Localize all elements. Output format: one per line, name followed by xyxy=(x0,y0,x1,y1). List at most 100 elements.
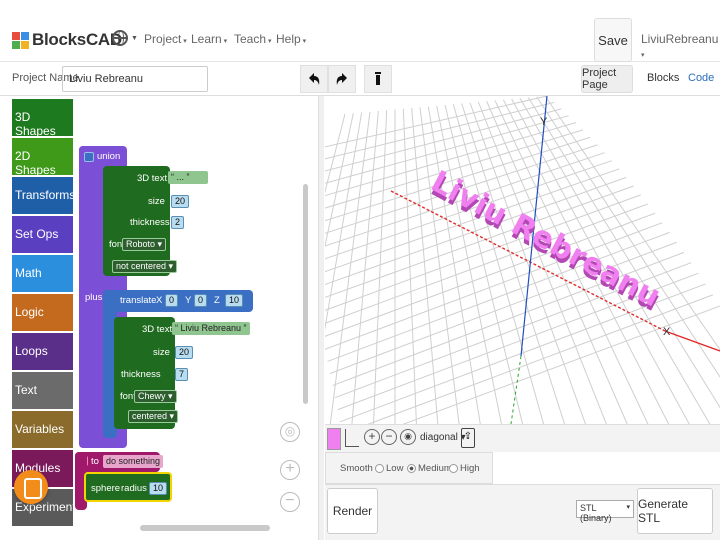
smooth-option-low[interactable]: Low xyxy=(370,463,403,474)
language-globe-icon[interactable] xyxy=(112,30,128,46)
blockscad-logo[interactable]: BlocksCAD xyxy=(12,28,122,52)
menu-learn[interactable]: Learn ▾ xyxy=(191,32,227,46)
align-dropdown[interactable]: centered ▾ xyxy=(128,410,179,423)
screenshot-icon[interactable]: ⇪ xyxy=(461,428,475,448)
sphere-block[interactable]: sphere radius 10 xyxy=(84,472,172,502)
radio-high[interactable] xyxy=(449,463,458,473)
feedback-chat-button[interactable] xyxy=(14,470,48,504)
zoom-in-icon[interactable]: + xyxy=(364,429,380,445)
x-label: X xyxy=(156,295,163,306)
category-2d-shapes[interactable]: 2D Shapes xyxy=(12,138,73,177)
zoom-out-icon[interactable]: − xyxy=(280,492,300,512)
plus-label: plus xyxy=(85,292,103,303)
size-value[interactable]: 20 xyxy=(171,195,190,208)
z-value[interactable]: 10 xyxy=(225,294,244,307)
category-transforms[interactable]: Transforms xyxy=(12,177,75,214)
category-variables[interactable]: Variables xyxy=(12,411,73,448)
project-name-input[interactable]: Liviu Rebreanu xyxy=(62,66,208,92)
tab-code[interactable]: Code xyxy=(688,72,714,84)
tab-project-page[interactable]: Project Page xyxy=(581,65,633,93)
translate-label: translate xyxy=(120,295,157,306)
category-logic[interactable]: Logic xyxy=(12,294,73,331)
union-label: union xyxy=(97,151,121,162)
radio-low[interactable] xyxy=(375,463,384,473)
smoothness-control: Smooth Low Medium High xyxy=(325,452,493,484)
tab-blocks[interactable]: Blocks xyxy=(647,72,679,84)
thickness-value[interactable]: 7 xyxy=(175,368,189,381)
smooth-label: Smooth xyxy=(340,463,373,474)
recenter-icon[interactable]: ◎ xyxy=(280,422,300,442)
workspace-vertical-scrollbar[interactable] xyxy=(303,184,308,404)
category-3d-shapes[interactable]: 3D Shapes xyxy=(12,99,73,138)
radio-medium[interactable] xyxy=(407,463,416,473)
undo-button[interactable] xyxy=(300,65,328,93)
x-value[interactable]: 0 xyxy=(165,294,179,307)
recenter-icon[interactable]: ◉ xyxy=(400,429,416,445)
panel-divider[interactable] xyxy=(318,96,324,540)
size-label: size xyxy=(148,196,165,207)
generate-stl-button[interactable]: Generate STL xyxy=(637,488,713,534)
redo-button[interactable] xyxy=(328,65,356,93)
x-axis-label: X xyxy=(663,326,671,338)
thickness-label: thickness xyxy=(130,217,170,228)
y-label: Y xyxy=(185,295,192,306)
z-label: Z xyxy=(214,295,220,306)
zoom-out-icon[interactable]: − xyxy=(381,429,397,445)
thickness-label: thickness xyxy=(121,369,161,380)
union-block-header: union xyxy=(79,146,121,168)
render-button[interactable]: Render xyxy=(327,488,378,534)
menu-help[interactable]: Help ▾ xyxy=(276,32,306,46)
radius-label: radius xyxy=(121,483,147,494)
size-label: size xyxy=(153,347,170,358)
redo-icon xyxy=(336,73,347,85)
logo-text: BlocksCAD xyxy=(32,30,122,49)
font-dropdown[interactable]: Chewy ▾ xyxy=(134,390,177,403)
render-viewport[interactable]: Y X Liviu Rebreanu Liviu Rebreanu xyxy=(325,96,720,424)
y-value[interactable]: 0 xyxy=(194,294,208,307)
category-loops[interactable]: Loops xyxy=(12,333,73,370)
axes-toggle-icon[interactable] xyxy=(345,429,359,447)
text-string-field[interactable]: “ Liviu Rebreanu ” xyxy=(172,322,250,335)
user-menu[interactable]: LiviuRebreanu ▾ xyxy=(641,32,720,60)
translate-block[interactable]: translate X 0 Y 0 Z 10 xyxy=(103,290,253,312)
radius-value[interactable]: 10 xyxy=(149,482,168,495)
font-dropdown[interactable]: Roboto ▾ xyxy=(122,238,167,251)
menu-project[interactable]: Project ▾ xyxy=(144,32,187,46)
category-set-ops[interactable]: Set Ops xyxy=(12,216,73,253)
category-text[interactable]: Text xyxy=(12,372,73,409)
3d-grid-view: Y X Liviu Rebreanu Liviu Rebreanu xyxy=(325,96,720,424)
save-button[interactable]: Save xyxy=(594,18,632,62)
to-label: to xyxy=(91,456,99,467)
3d-text-label: 3D text xyxy=(137,173,168,184)
category-math[interactable]: Math xyxy=(12,255,73,292)
3d-text-label: 3D text xyxy=(142,324,173,335)
sphere-label: sphere xyxy=(91,483,121,494)
y-axis-label: Y xyxy=(540,116,548,128)
thickness-value[interactable]: 2 xyxy=(171,216,185,229)
workspace-horizontal-scrollbar[interactable] xyxy=(140,525,270,531)
render-controls: Render STL (Binary) ▾ Generate STL xyxy=(325,484,720,540)
blockscad-app: BlocksCAD ▼ Project ▾ Learn ▾ Teach ▾ He… xyxy=(0,0,720,540)
smooth-option-high[interactable]: High xyxy=(444,463,480,474)
export-format-select[interactable]: STL (Binary) ▾ xyxy=(576,500,634,523)
top-navbar: BlocksCAD ▼ Project ▾ Learn ▾ Teach ▾ He… xyxy=(0,18,720,62)
color-picker-swatch[interactable] xyxy=(327,428,341,450)
module-definition-block[interactable]: to do something xyxy=(75,452,164,472)
gear-icon[interactable] xyxy=(84,152,94,162)
size-value[interactable]: 20 xyxy=(175,346,194,359)
trash-icon xyxy=(375,72,381,85)
3d-text-block-2[interactable]: 3D text size thickness font Chewy ▾ cent… xyxy=(114,317,179,429)
undo-icon xyxy=(309,73,320,85)
logo-blocks-icon xyxy=(12,31,29,49)
view-mode-dropdown[interactable]: diagonal ▾ xyxy=(420,432,466,443)
3d-text-block-1[interactable]: 3D text size thickness font Roboto ▾ not… xyxy=(103,166,178,276)
zoom-in-icon[interactable]: + xyxy=(280,460,300,480)
menu-teach[interactable]: Teach ▾ xyxy=(234,32,272,46)
text-string-field[interactable]: “ ... ” xyxy=(168,171,208,184)
chevron-down-icon: ▼ xyxy=(131,35,138,42)
viewport-toolbar: + − ◉ diagonal ▾ ⇪ xyxy=(325,424,720,452)
module-name-field[interactable]: do something xyxy=(103,455,164,468)
delete-button[interactable] xyxy=(364,65,392,93)
align-dropdown[interactable]: not centered ▾ xyxy=(112,260,178,273)
project-toolbar: Project Name Liviu Rebreanu Project Page… xyxy=(0,62,720,96)
